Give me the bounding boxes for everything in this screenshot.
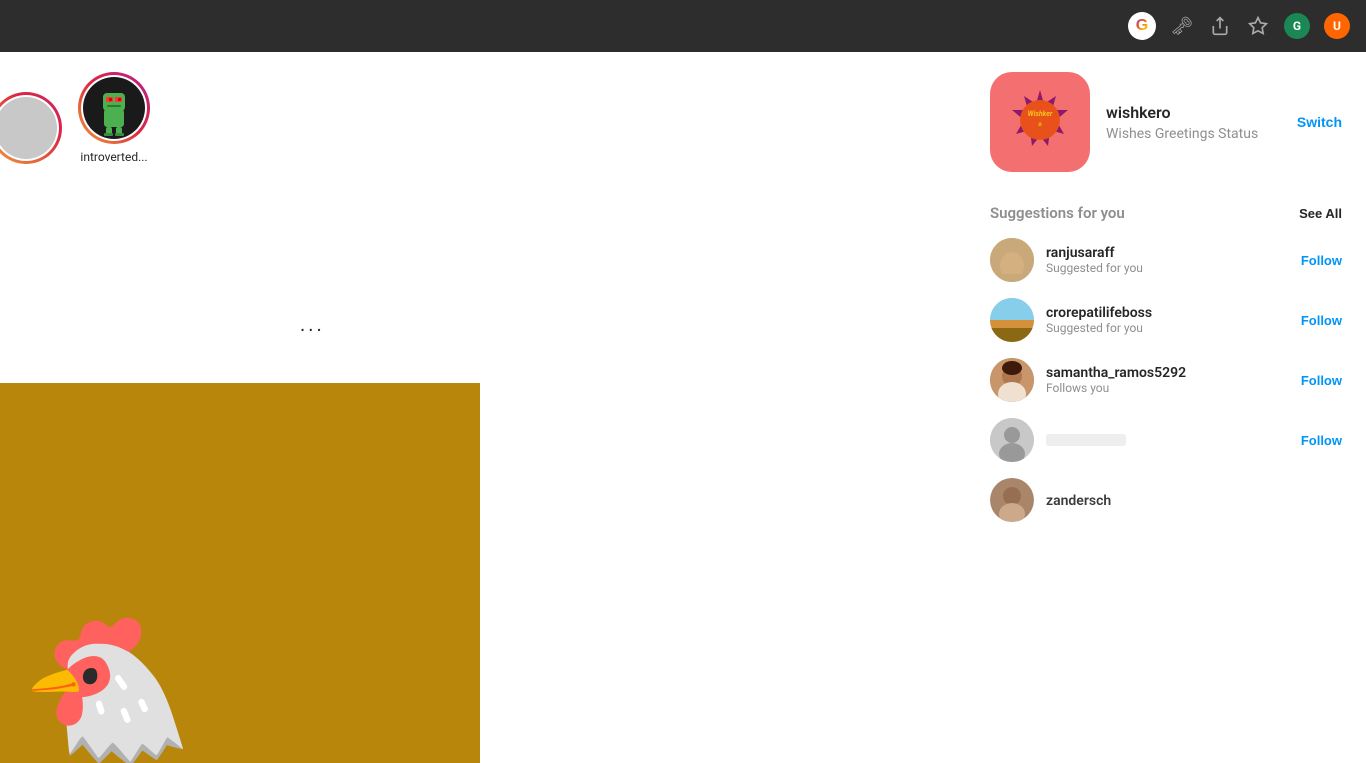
suggestion-item-ranjusaraff: ranjusaraff Suggested for you Follow [990, 238, 1342, 282]
suggestion-item-samantha: samantha_ramos5292 Follows you Follow [990, 358, 1342, 402]
main-content: introverted... ... 🐔 [0, 52, 1366, 763]
suggestion-item-crorepatilifeboss: crorepatilifeboss Suggested for you Foll… [990, 298, 1342, 342]
key-icon[interactable]: 🗝 [1170, 14, 1194, 38]
star-icon[interactable] [1246, 14, 1270, 38]
story-label-introverted: introverted... [80, 150, 147, 164]
username-ranjusaraff: ranjusaraff [1046, 245, 1289, 261]
wishkero-section: Wishker o wishkero Wishes Greetings Stat… [990, 72, 1342, 180]
suggestion-info-ranjusaraff: ranjusaraff Suggested for you [1046, 245, 1289, 275]
suggestion-info-zandersch: zandersch [1046, 491, 1342, 509]
story-item-introverted[interactable]: introverted... [78, 72, 150, 164]
username-unknown [1046, 434, 1126, 446]
suggestions-header: Suggestions for you See All [990, 204, 1342, 222]
wishkero-logo: Wishker o [990, 72, 1090, 172]
suggestion-item-unknown: Follow [990, 418, 1342, 462]
more-options-dots[interactable]: ... [300, 312, 325, 336]
follow-button-ranjusaraff[interactable]: Follow [1301, 253, 1342, 268]
google-icon[interactable]: G [1128, 12, 1156, 40]
wishkero-name: wishkero [1106, 103, 1281, 122]
follow-button-unknown[interactable]: Follow [1301, 433, 1342, 448]
suggestion-info-crorepatilifeboss: crorepatilifeboss Suggested for you [1046, 305, 1289, 335]
username-crorepatilifeboss: crorepatilifeboss [1046, 305, 1289, 321]
suggestions-title: Suggestions for you [990, 204, 1125, 222]
avatar-zandersch [990, 478, 1034, 522]
see-all-button[interactable]: See All [1299, 206, 1342, 221]
reason-ranjusaraff: Suggested for you [1046, 261, 1289, 275]
wishkero-info: wishkero Wishes Greetings Status [1106, 103, 1281, 142]
google-letter: G [1136, 17, 1148, 35]
reason-crorepatilifeboss: Suggested for you [1046, 321, 1289, 335]
chicken-image: 🐔 [20, 609, 194, 763]
feed-area: introverted... ... 🐔 [0, 52, 966, 763]
suggestion-item-zandersch: zandersch [990, 478, 1342, 522]
share-icon[interactable] [1208, 14, 1232, 38]
follow-button-samantha[interactable]: Follow [1301, 373, 1342, 388]
post-image: 🐔 [0, 383, 480, 763]
suggestion-info-samantha: samantha_ramos5292 Follows you [1046, 365, 1289, 395]
follow-button-crorepatilifeboss[interactable]: Follow [1301, 313, 1342, 328]
stories-row: introverted... [0, 72, 966, 164]
story-item-cropped[interactable] [0, 92, 62, 164]
browser-chrome: G 🗝 G U [0, 0, 1366, 52]
avatar-samantha [990, 358, 1034, 402]
story-ring [78, 72, 150, 144]
avatar-ranjusaraff [990, 238, 1034, 282]
avatar-crorepatilifeboss [990, 298, 1034, 342]
switch-button[interactable]: Switch [1297, 114, 1342, 130]
suggestion-info-unknown [1046, 434, 1289, 446]
story-ring-inner [81, 75, 147, 141]
avatar-unknown [990, 418, 1034, 462]
right-sidebar: Wishker o wishkero Wishes Greetings Stat… [966, 52, 1366, 763]
username-samantha: samantha_ramos5292 [1046, 365, 1289, 381]
user-avatar-orange[interactable]: U [1324, 13, 1350, 39]
story-avatar-introverted [83, 77, 145, 139]
user-avatar-green[interactable]: G [1284, 13, 1310, 39]
reason-samantha: Follows you [1046, 381, 1289, 395]
wishkero-description: Wishes Greetings Status [1106, 126, 1281, 142]
username-zandersch: zandersch [1046, 493, 1342, 509]
svg-text:Wishker: Wishker [1028, 110, 1053, 118]
